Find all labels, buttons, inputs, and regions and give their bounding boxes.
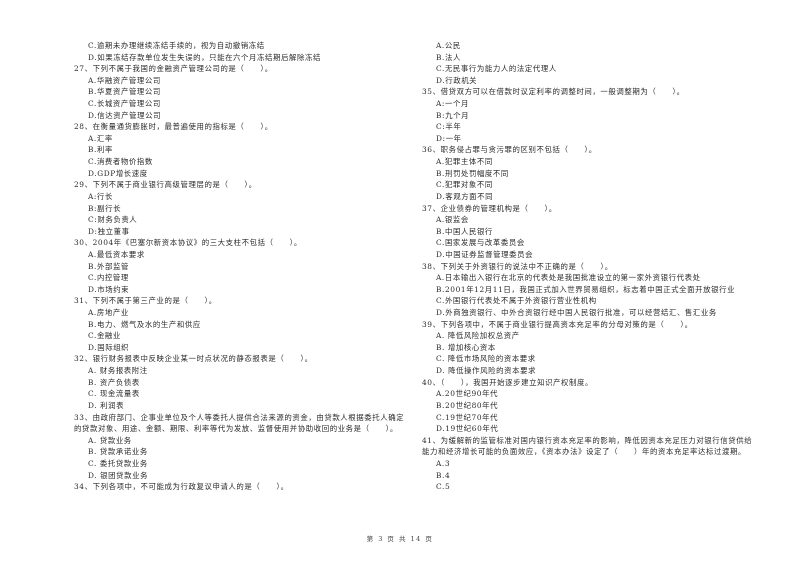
- answer-option: C.19世纪70年代: [436, 412, 499, 422]
- answer-option: A.房地产业: [88, 308, 129, 318]
- answer-option: A:一个月: [436, 99, 469, 109]
- answer-option: C. 委托贷款业务: [88, 458, 148, 468]
- right-column: A.公民 B.法人 C.无民事行为能力人的法定代理人 D.行政机关 35、借贷双方可以在…: [422, 40, 782, 493]
- answer-option: C. 降低市场风险的资本要求: [436, 354, 536, 364]
- answer-option: D.信达资产管理公司: [88, 110, 162, 120]
- question-stem-continued: 的贷款对象、用途、金额、期限、利率等代为发放、监督使用并协助收回的业务是（ ）。: [74, 424, 398, 434]
- answer-option: B.利率: [88, 145, 113, 155]
- answer-option: D:独立董事: [88, 226, 130, 236]
- question-stem-continued: 能力和经济增长可能的负面效应，《资本办法》设定了（ ）年的资本充足率达标过渡期。: [422, 447, 746, 457]
- answer-option: C.国家发展与改革委员会: [436, 238, 525, 248]
- answer-option: C:财务负责人: [88, 215, 138, 225]
- answer-option: C.长城资产管理公司: [88, 99, 161, 109]
- answer-option: C.无民事行为能力人的法定代理人: [436, 64, 557, 74]
- question-stem: 40、（ ），我国开始逐步建立知识产权制度。: [422, 377, 594, 387]
- question-stem: 28、在衡量通货膨胀时，最普遍使用的指标是（ ）。: [74, 122, 273, 132]
- answer-option: B. 贷款承诺业务: [88, 447, 148, 457]
- question-stem: 36、职务侵占罪与贪污罪的区别不包括（ ）。: [422, 145, 597, 155]
- question-stem: 29、下列不属于商业银行高级管理层的是（ ）。: [74, 180, 257, 190]
- question-stem: 33、由政府部门、企事业单位及个人等委托人提供合法来源的资金，由贷款人根据委托人…: [74, 412, 405, 422]
- answer-option: D.客观方面不同: [436, 191, 494, 201]
- answer-option: B.刑罚处罚幅度不同: [436, 168, 509, 178]
- answer-option: D. 银团贷款业务: [88, 470, 149, 480]
- answer-option: C.犯罪对象不同: [436, 180, 493, 190]
- question-stem: 27、下列不属于我国的金融资产管理公司的是（ ）。: [74, 64, 273, 74]
- answer-option: C.消费者物价指数: [88, 157, 153, 167]
- answer-option: A.汇率: [88, 133, 113, 143]
- answer-option: B.电力、燃气及水的生产和供应: [88, 319, 201, 329]
- answer-option: A. 贷款业务: [88, 435, 132, 445]
- question-stem: 41、为缓解新的监管标准对国内银行资本充足率的影响，降低因资本充足压力对银行信贷…: [422, 435, 753, 445]
- answer-option: B.华夏资产管理公司: [88, 87, 161, 97]
- answer-option: A. 降低风险加权总资产: [436, 331, 520, 341]
- page-footer: 第 3 页 共 14 页: [366, 535, 434, 543]
- answer-option: A.最低资本要求: [88, 249, 145, 259]
- answer-option: B.4: [436, 470, 451, 480]
- answer-option: C.逾期未办理继续冻结手续的，视为自动撤销冻结: [88, 41, 265, 50]
- answer-option: D.19世纪60年代: [436, 424, 499, 434]
- answer-option: B.20世纪80年代: [436, 400, 499, 410]
- answer-option: A.银监会: [436, 215, 469, 225]
- answer-option: D.中国证券监督管理委员会: [436, 249, 534, 259]
- answer-option: D. 利润表: [88, 400, 125, 410]
- answer-option: C:半年: [436, 122, 462, 132]
- answer-option: A.犯罪主体不同: [436, 157, 493, 167]
- answer-option: D:一年: [436, 133, 462, 143]
- question-stem: 34、下列各项中，不可能成为行政复议申请人的是（ ）。: [74, 482, 289, 492]
- answer-option: C.内控管理: [88, 273, 129, 283]
- answer-option: D.如果冻结存款单位发生失误的，只能在六个月冻结期后解除冻结: [88, 52, 321, 62]
- answer-option: B.法人: [436, 52, 461, 62]
- answer-option: D.外商独资银行、中外合资银行经中国人民银行批准，可以经营结汇、售汇业务: [436, 308, 717, 318]
- answer-option: A.华融资产管理公司: [88, 75, 161, 85]
- answer-option: A.3: [436, 458, 451, 468]
- answer-option: D.国际组织: [88, 342, 130, 352]
- question-stem: 37、企业债券的管理机构是（ ）。: [422, 203, 557, 213]
- answer-option: B.外部监管: [88, 261, 129, 271]
- answer-option: D.GDP增长速度: [88, 168, 148, 178]
- answer-option: C.金融业: [88, 331, 121, 341]
- question-stem: 39、下列各项中，不属于商业银行提高资本充足率的分母对策的是（ ）。: [422, 319, 693, 329]
- answer-option: D. 降低操作风险的资本要求: [436, 366, 537, 376]
- answer-option: A.20世纪90年代: [436, 389, 499, 399]
- exam-page: C.逾期未办理继续冻结手续的，视为自动撤销冻结 D.如果冻结存款单位发生失误的，只…: [0, 0, 800, 565]
- answer-option: B.2001年12月11日，我国正式加入世界贸易组织，标志着中国正式全面开放银行…: [436, 284, 736, 294]
- answer-option: A.日本输出入银行在北京的代表处是我国批准设立的第一家外资银行代表处: [436, 273, 701, 283]
- answer-option: B:副行长: [88, 203, 122, 213]
- answer-option: A:行长: [88, 191, 114, 201]
- answer-option: C.5: [436, 482, 451, 492]
- answer-option: B.中国人民银行: [436, 226, 493, 236]
- answer-option: A. 财务报表附注: [88, 366, 148, 376]
- answer-option: B. 增加核心资本: [436, 342, 496, 352]
- answer-option: D.市场约束: [88, 284, 130, 294]
- left-column: C.逾期未办理继续冻结手续的，视为自动撤销冻结 D.如果冻结存款单位发生失误的，只…: [74, 40, 404, 493]
- answer-option: D.行政机关: [436, 75, 478, 85]
- answer-option: B. 资产负债表: [88, 377, 140, 387]
- answer-option: C.外国银行代表处不属于外资银行营业性机构: [436, 296, 597, 306]
- answer-option: A.公民: [436, 41, 461, 50]
- answer-option: B:九个月: [436, 110, 470, 120]
- question-stem: 30、2004年《巴塞尔新资本协议》的三大支柱不包括（ ）。: [74, 238, 302, 248]
- question-stem: 31、下列不属于第三产业的是（ ）。: [74, 296, 217, 306]
- answer-option: C. 现金流量表: [88, 389, 140, 399]
- question-stem: 32、银行财务报表中反映企业某一时点状况的静态报表是（ ）。: [74, 354, 313, 364]
- question-stem: 35、借贷双方可以在借款时议定利率的调整时间，一般调整期为（ ）。: [422, 87, 685, 97]
- question-stem: 38、下列关于外资银行的说法中不正确的是（ ）。: [422, 261, 613, 271]
